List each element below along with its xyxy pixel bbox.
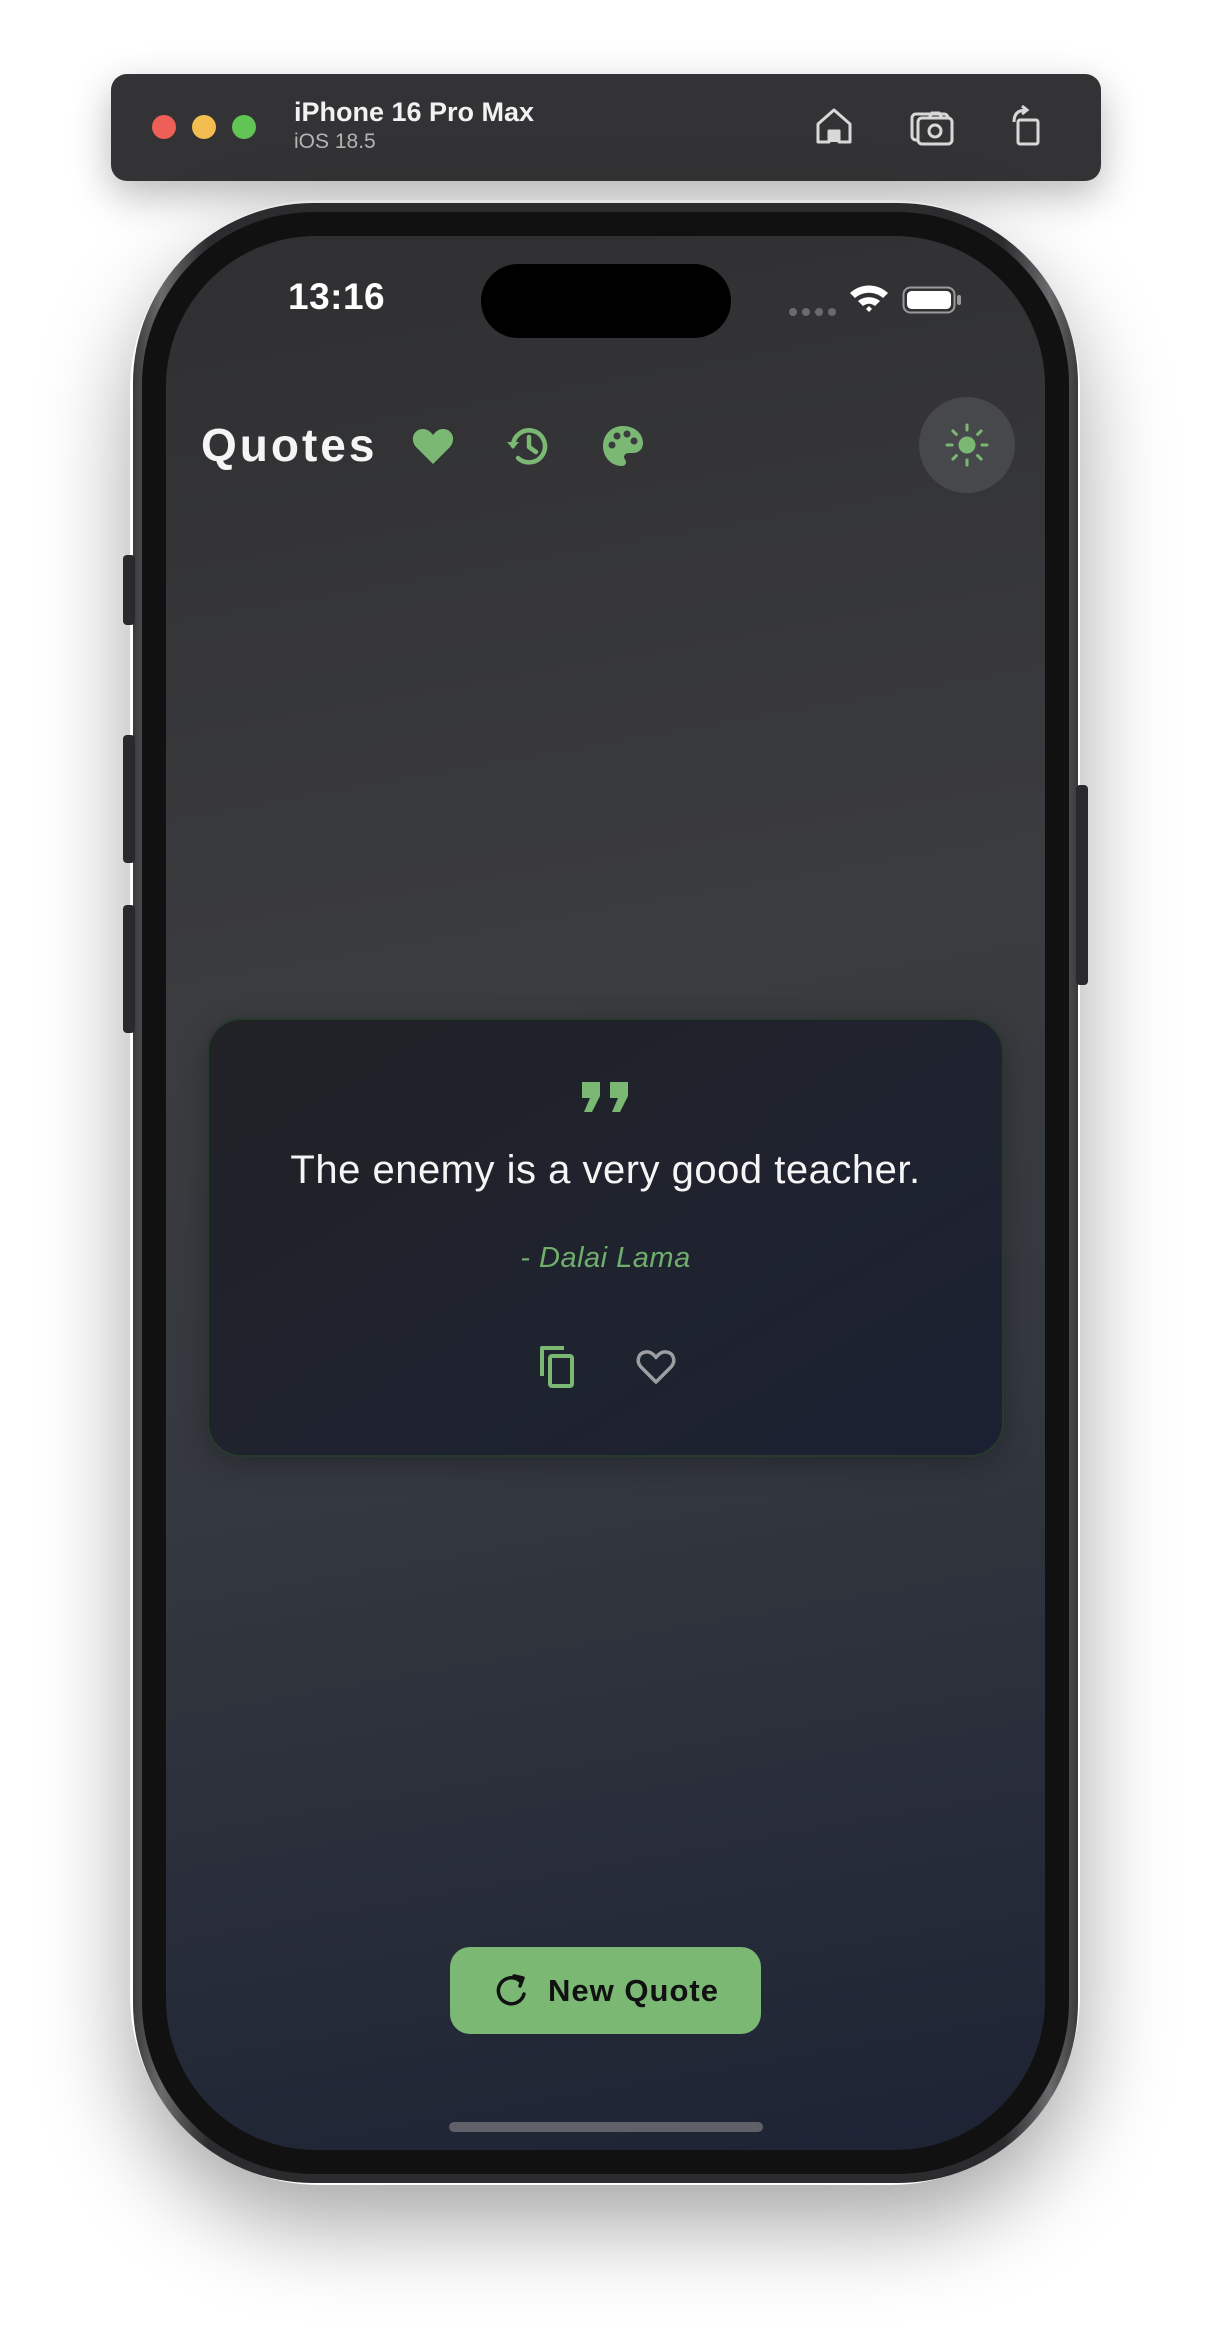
quote-mark-icon [582, 1082, 628, 1112]
new-quote-label: New Quote [548, 1972, 719, 2008]
copy-icon[interactable] [534, 1342, 582, 1390]
rotate-icon[interactable] [1004, 102, 1052, 150]
battery-icon [902, 286, 961, 314]
simulator-os-version: iOS 18.5 [294, 130, 376, 153]
history-icon[interactable] [504, 422, 552, 470]
app-screen: 13:16 Quotes The enemy is a very good te… [166, 236, 1045, 2150]
favorite-outline-icon[interactable] [632, 1342, 680, 1390]
status-time: 13:16 [288, 276, 386, 317]
quote-card: The enemy is a very good teacher. - Dala… [207, 1018, 1004, 1457]
refresh-icon [496, 1973, 526, 2005]
volume-up-button[interactable] [123, 735, 135, 863]
minimize-window-button[interactable] [192, 115, 216, 139]
action-button[interactable] [123, 555, 135, 625]
home-icon[interactable] [810, 102, 858, 150]
quote-text: The enemy is a very good teacher. [290, 1148, 921, 1192]
home-indicator[interactable] [449, 2122, 763, 2132]
screenshot-icon[interactable] [908, 102, 956, 150]
close-window-button[interactable] [152, 115, 176, 139]
page-title: Quotes [201, 419, 378, 471]
zoom-window-button[interactable] [232, 115, 256, 139]
new-quote-button[interactable]: New Quote [450, 1947, 761, 2034]
theme-toggle-button[interactable] [919, 397, 1015, 493]
favorites-heart-icon[interactable] [409, 422, 457, 470]
palette-icon[interactable] [599, 422, 647, 470]
volume-down-button[interactable] [123, 905, 135, 1033]
quote-author: - Dalai Lama [520, 1242, 691, 1274]
wifi-icon [850, 285, 888, 312]
side-power-button[interactable] [1076, 785, 1088, 985]
cellular-signal-icon [789, 308, 836, 316]
simulator-device-name: iPhone 16 Pro Max [294, 97, 535, 127]
dynamic-island [481, 264, 731, 338]
theme-sun-icon [945, 423, 989, 467]
